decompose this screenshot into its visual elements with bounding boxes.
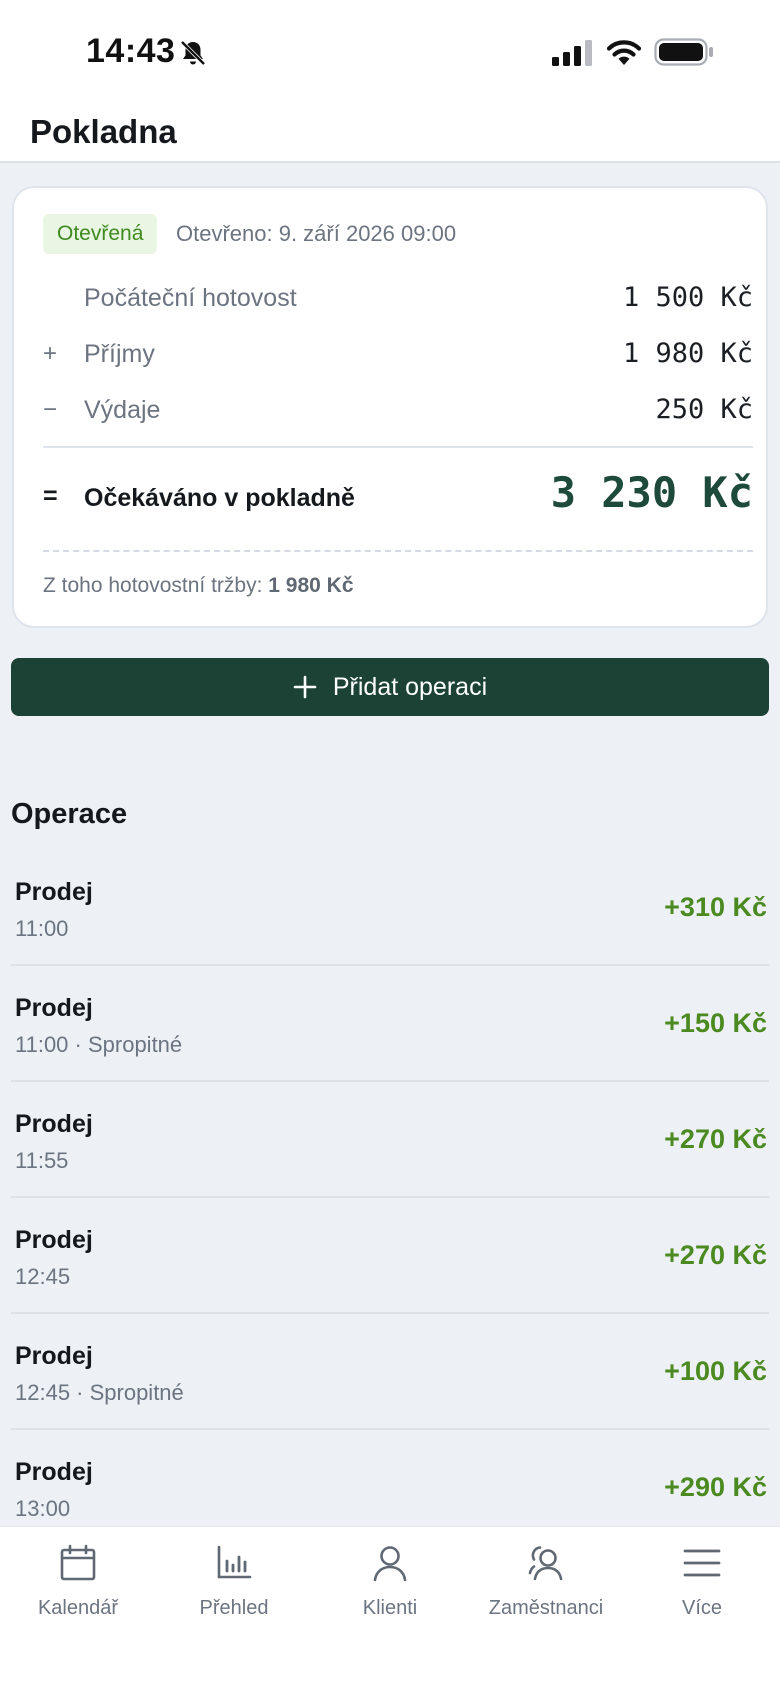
dashed-divider <box>43 550 753 552</box>
operation-row[interactable]: Prodej 11:00 +310 Kč <box>11 850 769 966</box>
menu-icon <box>683 1549 721 1577</box>
cash-sales-note: Z toho hotovostní tržby: 1 980 Kč <box>43 574 354 598</box>
operation-title: Prodej <box>15 1342 93 1370</box>
operations-list: Prodej 11:00 +310 Kč Prodej 11:00 · Spro… <box>11 850 769 1546</box>
operations-title: Operace <box>11 798 128 830</box>
calendar-icon <box>60 1544 96 1581</box>
operation-title: Prodej <box>15 1458 93 1486</box>
summary-row-sign: − <box>43 396 58 423</box>
user-icon <box>373 1546 407 1582</box>
operation-amount: +310 Kč <box>664 892 767 922</box>
operation-meta: 12:45 <box>15 1264 71 1289</box>
operation-meta: 11:00 · Spropitné <box>15 1032 183 1057</box>
operation-title: Prodej <box>15 878 93 906</box>
signal-icon <box>552 40 592 66</box>
expected-label: Očekáváno v pokladně <box>84 484 355 512</box>
add-operation-button[interactable]: Přidat operaci <box>11 658 769 716</box>
operation-meta: 12:45 · Spropitné <box>15 1380 184 1405</box>
add-operation-label: Přidat operaci <box>332 672 488 701</box>
expected-total-row: = Očekáváno v pokladně 3 230 Kč <box>43 468 753 534</box>
plus-icon <box>293 675 317 699</box>
battery-icon <box>654 38 713 66</box>
summary-row-value: 250 Kč <box>655 394 753 425</box>
tab-calendar[interactable]: Kalendář <box>0 1527 156 1637</box>
status-badge: Otevřená <box>43 214 158 254</box>
summary-row-expenses: − Výdaje 250 Kč <box>43 390 753 430</box>
tab-label: Přehled <box>199 1597 269 1619</box>
bell-slash-icon <box>180 40 206 66</box>
wifi-icon <box>606 40 642 65</box>
opened-timestamp: Otevřeno: 9. září 2026 09:00 <box>176 221 457 246</box>
bar-chart-icon <box>217 1545 252 1579</box>
expected-sign: = <box>43 482 58 510</box>
tab-employees[interactable]: Zaměstnanci <box>468 1527 624 1637</box>
summary-row-initial-cash: Počáteční hotovost 1 500 Kč <box>43 278 753 318</box>
operation-meta: 13:00 <box>15 1496 71 1521</box>
summary-row-value: 1 500 Kč <box>622 282 753 313</box>
cash-sales-note-label: Z toho hotovostní tržby: <box>43 574 269 597</box>
operation-row[interactable]: Prodej 12:45 · Spropitné +100 Kč <box>11 1314 769 1430</box>
operation-title: Prodej <box>15 1110 93 1138</box>
operation-title: Prodej <box>15 994 93 1022</box>
operation-row[interactable]: Prodej 12:45 +270 Kč <box>11 1198 769 1314</box>
summary-row-sign: + <box>43 340 58 367</box>
page-header: Pokladna <box>0 105 780 163</box>
status-bar: 14:43 <box>0 0 780 105</box>
cash-sales-note-value: 1 980 Kč <box>268 574 354 597</box>
bottom-tab-bar: Kalendář Přehled Klienti Zaměstnanci Víc… <box>0 1526 780 1690</box>
tab-overview[interactable]: Přehled <box>156 1527 312 1637</box>
operation-meta: 11:00 <box>15 916 69 941</box>
summary-row-value: 1 980 Kč <box>622 338 753 369</box>
tab-label: Klienti <box>362 1597 418 1619</box>
operation-amount: +290 Kč <box>664 1472 767 1502</box>
operation-amount: +270 Kč <box>664 1124 767 1154</box>
operation-amount: +270 Kč <box>664 1240 767 1270</box>
cash-register-summary-card: Otevřená Otevřeno: 9. září 2026 09:00 Po… <box>12 186 768 628</box>
status-time: 14:43 <box>86 32 176 70</box>
tab-more[interactable]: Více <box>624 1527 780 1637</box>
divider <box>43 446 753 448</box>
summary-row-income: + Příjmy 1 980 Kč <box>43 334 753 374</box>
operation-row[interactable]: Prodej 11:00 · Spropitné +150 Kč <box>11 966 769 1082</box>
summary-row-label: Výdaje <box>84 396 161 424</box>
operation-title: Prodej <box>15 1226 93 1254</box>
page-title: Pokladna <box>30 113 177 150</box>
users-icon <box>528 1546 563 1581</box>
tab-clients[interactable]: Klienti <box>312 1527 468 1637</box>
tab-label: Více <box>681 1597 723 1619</box>
tab-label: Kalendář <box>37 1597 119 1619</box>
expected-value: 3 230 Kč <box>550 468 753 517</box>
summary-row-label: Příjmy <box>84 340 155 368</box>
operation-meta: 11:55 <box>15 1148 69 1173</box>
operation-row[interactable]: Prodej 11:55 +270 Kč <box>11 1082 769 1198</box>
tab-label: Zaměstnanci <box>488 1597 604 1619</box>
operation-amount: +150 Kč <box>664 1008 767 1038</box>
operation-amount: +100 Kč <box>664 1356 767 1386</box>
summary-row-label: Počáteční hotovost <box>84 284 297 312</box>
